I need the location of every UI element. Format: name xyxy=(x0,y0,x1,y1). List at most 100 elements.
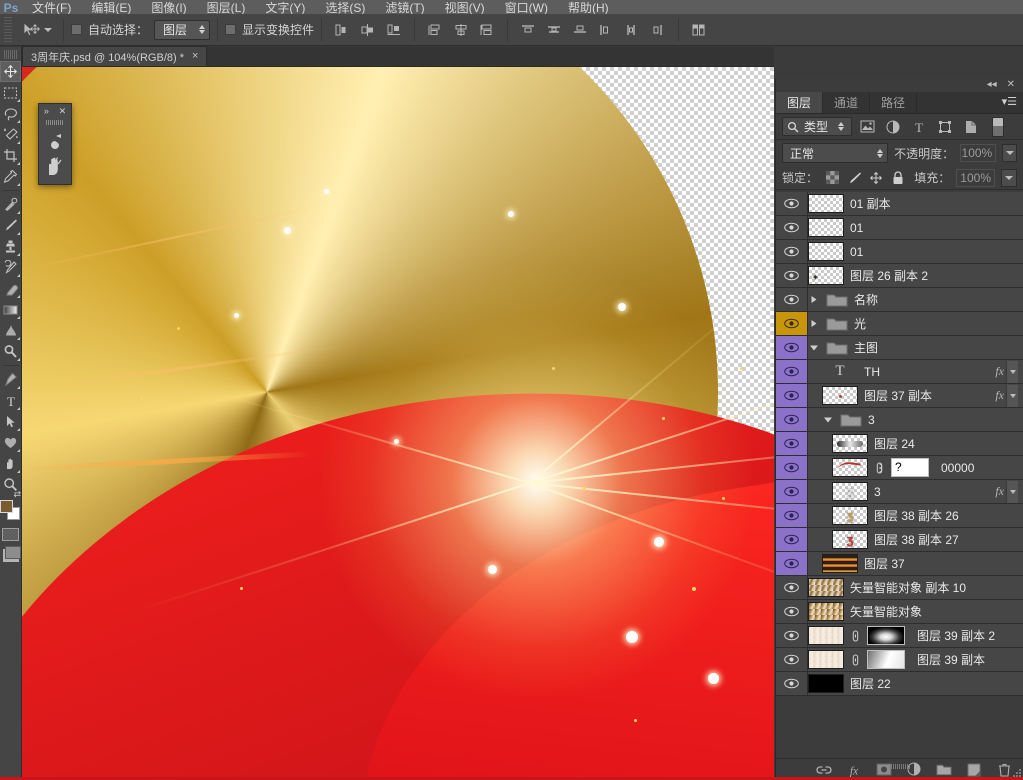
align-vertical-centers-button[interactable] xyxy=(449,19,473,41)
layer-row-body[interactable]: 图层 37 副本 fx xyxy=(808,384,1023,407)
layer-visibility-toggle[interactable] xyxy=(776,264,808,287)
pen-tool[interactable] xyxy=(0,369,21,390)
auto-select-checkbox[interactable] xyxy=(71,24,82,35)
tools-panel-grip[interactable] xyxy=(3,50,18,59)
mini-panel-grip[interactable] xyxy=(46,120,64,125)
chevron-right-icon[interactable] xyxy=(808,319,820,328)
fill-chevron-down-icon[interactable] xyxy=(1001,168,1017,187)
screen-mode-toggle[interactable] xyxy=(2,546,21,562)
spot-healing-brush-tool[interactable] xyxy=(0,194,21,215)
table-row[interactable]: 01 副本 xyxy=(776,192,1023,216)
distribute-left-edges-button[interactable] xyxy=(594,19,618,41)
table-row[interactable]: 00000 xyxy=(776,456,1023,480)
opacity-value[interactable]: 100% xyxy=(960,144,997,162)
blend-mode-dropdown[interactable]: 正常 xyxy=(782,143,889,163)
gradient-tool[interactable] xyxy=(0,299,21,320)
distribute-right-edges-button[interactable] xyxy=(646,19,670,41)
layer-thumbnail[interactable] xyxy=(808,674,844,693)
layer-visibility-toggle[interactable] xyxy=(776,456,808,479)
layer-row-body[interactable]: 图层 39 副本 xyxy=(808,648,1023,671)
canvas-area[interactable]: » ✕ xyxy=(22,67,774,780)
menu-help[interactable]: 帮助(H) xyxy=(558,0,619,14)
show-transform-controls-checkbox[interactable] xyxy=(225,24,237,35)
delete-layer-icon[interactable] xyxy=(996,762,1012,778)
filter-enable-toggle[interactable] xyxy=(992,116,1004,137)
layer-visibility-toggle[interactable] xyxy=(776,552,808,575)
close-panel-icon[interactable]: ✕ xyxy=(1007,80,1015,90)
floating-mini-panel[interactable]: » ✕ xyxy=(38,103,72,185)
document-tab[interactable]: 3周年庆.psd @ 104%(RGB/8) * × xyxy=(22,46,208,66)
chevron-right-icon[interactable] xyxy=(808,295,820,304)
path-selection-tool[interactable] xyxy=(0,411,21,432)
align-top-edges-button[interactable] xyxy=(423,19,447,41)
lock-image-pixels-icon[interactable] xyxy=(846,170,862,186)
brush-tool[interactable] xyxy=(0,215,21,236)
link-icon[interactable] xyxy=(874,461,885,475)
dodge-tool[interactable] xyxy=(0,341,21,362)
menu-file[interactable]: 文件(F) xyxy=(22,0,81,14)
layer-row-body[interactable]: 01 xyxy=(808,240,1023,263)
collapse-icon[interactable]: » xyxy=(44,106,49,116)
chevron-down-icon[interactable] xyxy=(1006,480,1018,503)
layer-filter-kind-dropdown[interactable]: 类型 xyxy=(782,117,852,136)
layer-visibility-toggle[interactable] xyxy=(776,504,808,527)
layer-thumbnail[interactable]: ʒ xyxy=(832,530,868,549)
layer-row-body[interactable]: 主图 xyxy=(808,336,1023,359)
table-row[interactable]: 图层 37 副本 fx xyxy=(776,384,1023,408)
link-layers-icon[interactable] xyxy=(816,762,832,778)
layer-visibility-toggle[interactable] xyxy=(776,600,808,623)
tool-preset-picker[interactable] xyxy=(16,19,56,41)
table-row[interactable]: ✦ 图层 26 副本 2 xyxy=(776,264,1023,288)
opacity-chevron-down-icon[interactable] xyxy=(1002,144,1017,162)
tab-layers[interactable]: 图层 xyxy=(776,92,824,113)
table-row[interactable]: 3 xyxy=(776,408,1023,432)
layer-visibility-toggle[interactable] xyxy=(776,528,808,551)
menu-edit[interactable]: 编辑(E) xyxy=(81,0,141,14)
table-row[interactable]: 图层 37 xyxy=(776,552,1023,576)
table-row[interactable]: 图层 39 副本 2 xyxy=(776,624,1023,648)
tab-paths[interactable]: 路径 xyxy=(870,92,918,113)
layer-visibility-toggle[interactable] xyxy=(776,672,808,695)
layer-row-body[interactable]: 00000 xyxy=(808,456,1023,479)
layer-visibility-toggle[interactable] xyxy=(776,576,808,599)
table-row[interactable]: 01 xyxy=(776,216,1023,240)
quick-selection-tool[interactable] xyxy=(0,124,21,145)
layer-row-body[interactable]: ʒ 图层 38 副本 26 xyxy=(808,504,1023,527)
menu-layer[interactable]: 图层(L) xyxy=(197,0,256,14)
table-row[interactable]: 图层 22 xyxy=(776,672,1023,696)
distribute-horizontal-centers-button[interactable] xyxy=(620,19,644,41)
lock-all-icon[interactable] xyxy=(890,170,906,186)
layer-row-body[interactable]: 图层 22 xyxy=(808,672,1023,695)
foreground-color-swatch[interactable] xyxy=(0,500,13,513)
filter-smart-object-layers-icon[interactable] xyxy=(960,117,982,137)
layer-thumbnail[interactable] xyxy=(808,578,844,597)
layer-thumbnail[interactable]: ʒ xyxy=(832,482,868,501)
table-row[interactable]: 矢量智能对象 副本 10 xyxy=(776,576,1023,600)
layer-visibility-toggle[interactable] xyxy=(776,192,808,215)
layer-thumbnail[interactable]: ✦ xyxy=(808,266,844,285)
menu-view[interactable]: 视图(V) xyxy=(435,0,495,14)
move-tool[interactable] xyxy=(0,61,21,82)
layer-thumbnail[interactable] xyxy=(832,458,868,477)
layer-visibility-toggle[interactable] xyxy=(776,432,808,455)
layer-style-fx-icon[interactable]: fx xyxy=(846,762,862,778)
layer-thumbnail[interactable] xyxy=(822,554,858,573)
layer-visibility-toggle[interactable] xyxy=(776,336,808,359)
table-row[interactable]: 01 xyxy=(776,240,1023,264)
table-row[interactable]: 名称 xyxy=(776,288,1023,312)
table-row[interactable]: T TH fx xyxy=(776,360,1023,384)
layer-row-body[interactable]: 光 xyxy=(808,312,1023,335)
menu-image[interactable]: 图像(I) xyxy=(141,0,196,14)
layer-row-body[interactable]: 矢量智能对象 xyxy=(808,600,1023,623)
eyedropper-tool[interactable] xyxy=(0,166,21,187)
table-row[interactable]: ʒ 3 fx xyxy=(776,480,1023,504)
panel-resize-grip[interactable] xyxy=(889,764,911,769)
layer-row-body[interactable]: 图层 24 xyxy=(808,432,1023,455)
panel-menu-icon[interactable]: ▾☰ xyxy=(1002,97,1017,108)
link-icon[interactable] xyxy=(850,653,861,667)
tab-channels[interactable]: 通道 xyxy=(823,92,871,113)
distribute-bottom-edges-button[interactable] xyxy=(568,19,592,41)
layer-mask-thumbnail[interactable] xyxy=(891,458,929,477)
align-left-edges-button[interactable] xyxy=(330,19,354,41)
align-horizontal-centers-button[interactable] xyxy=(356,19,380,41)
